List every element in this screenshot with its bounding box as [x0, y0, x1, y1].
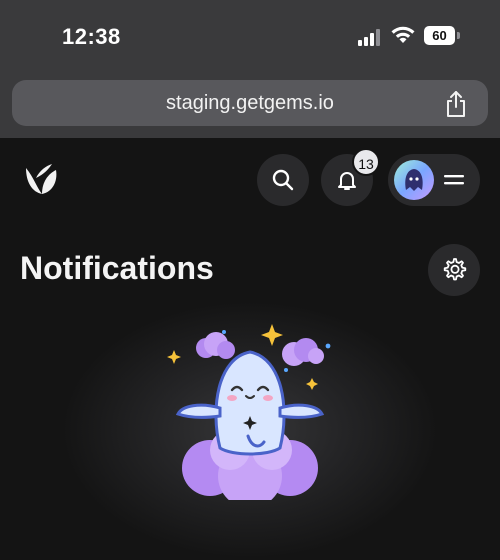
battery-level: 60 — [424, 26, 455, 45]
search-icon — [272, 169, 294, 191]
page-title: Notifications — [20, 250, 214, 286]
browser-bar: staging.getgems.io — [0, 68, 500, 138]
battery-icon: 60 — [424, 26, 460, 46]
avatar — [394, 160, 434, 200]
signal-icon — [358, 29, 380, 46]
app-header: 13 — [0, 138, 500, 228]
getgems-logo-icon[interactable] — [22, 162, 60, 198]
url-bar[interactable]: staging.getgems.io — [12, 80, 488, 126]
status-time: 12:38 — [62, 24, 121, 49]
notification-settings-button[interactable] — [428, 244, 480, 296]
menu-icon — [444, 175, 464, 185]
notification-count-badge: 13 — [352, 148, 380, 176]
url-text: staging.getgems.io — [166, 92, 334, 114]
empty-state-ghost-illustration — [167, 324, 331, 500]
profile-menu-button[interactable] — [388, 154, 480, 206]
wifi-icon — [391, 26, 415, 43]
search-button[interactable] — [257, 154, 309, 206]
status-bar: 12:38 60 — [0, 0, 500, 68]
settings-gear-icon — [443, 258, 467, 281]
share-icon[interactable] — [444, 90, 468, 118]
